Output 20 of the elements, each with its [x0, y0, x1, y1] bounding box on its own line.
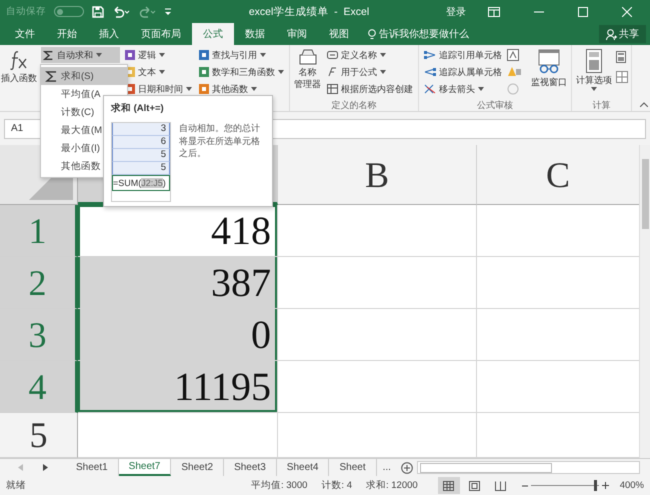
sum-stat: 求和: 12000 [366, 479, 418, 492]
example-cell: 3 [112, 123, 170, 136]
example-formula: =SUM(J2:J5) [112, 175, 170, 191]
example-cell: 5 [112, 162, 170, 175]
window-title: excel学生成绩单 - Excel [248, 4, 370, 18]
count-stat: 计数: 4 [321, 479, 352, 492]
example-cell: 6 [112, 136, 170, 149]
table-cell: 11195 [78, 361, 278, 413]
group-label: 公式审核 [476, 99, 514, 111]
tooltip-title: 求和 (Alt+=) [111, 102, 165, 115]
status-text: 就绪 [6, 479, 26, 492]
table-cell: 418 [78, 205, 278, 257]
group-label: 定义的名称 [330, 99, 378, 111]
example-cell: 5 [112, 149, 170, 162]
average-stat: 平均值: 3000 [251, 479, 308, 492]
group-label: 计算 [592, 99, 612, 111]
autosave-label: 自动保存 [6, 5, 46, 18]
tooltip-description: 自动相加。您的总计将显示在所选单元格之后。 [179, 122, 261, 160]
table-cell: 0 [78, 309, 278, 361]
table-cell: 387 [78, 257, 278, 309]
